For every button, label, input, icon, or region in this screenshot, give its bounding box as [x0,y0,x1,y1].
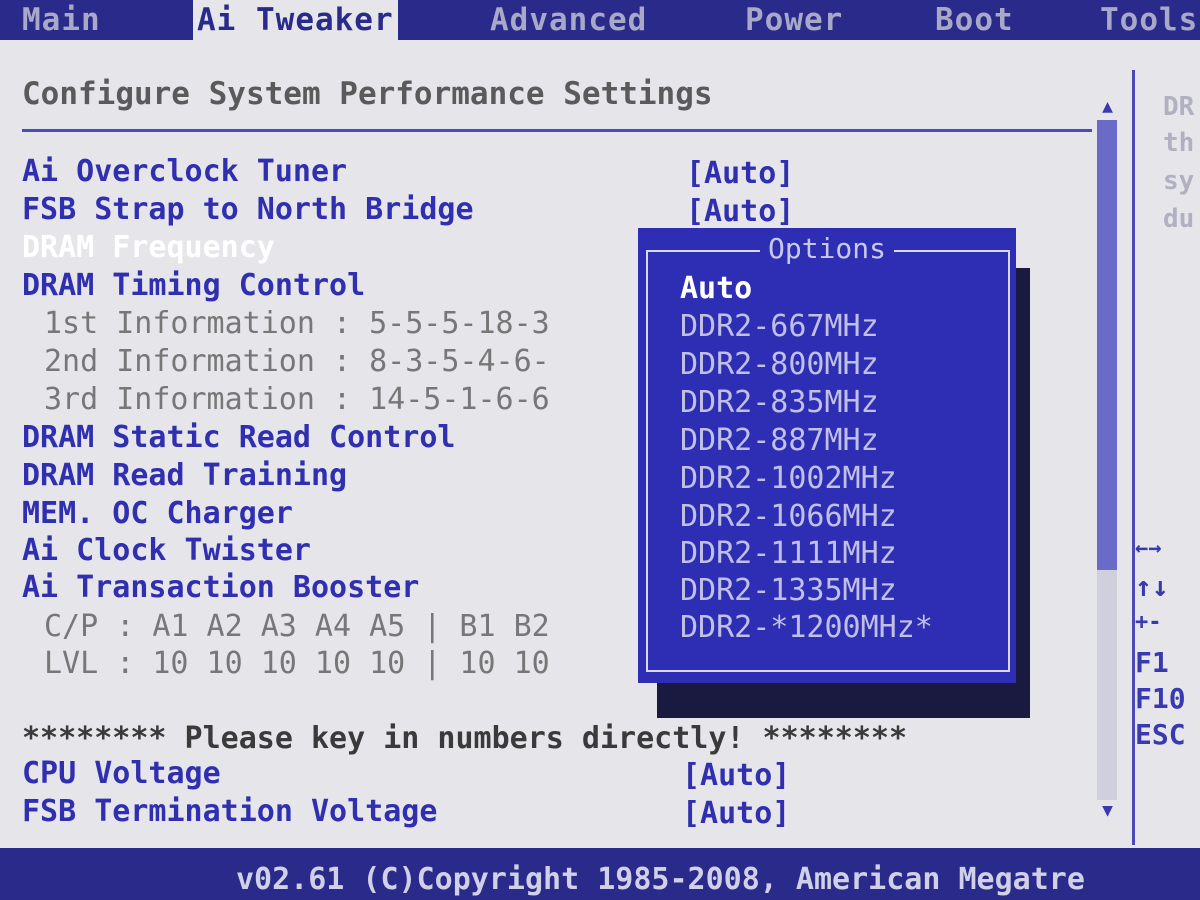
key-hint-up-down-icon: ↑↓ [1135,570,1169,603]
option-item[interactable]: DDR2-800MHz [680,347,879,382]
setting-value-ai-overclock-tuner[interactable]: [Auto] [686,156,794,191]
cp-row: C/P : A1 A2 A3 A4 A5 | B1 B2 [44,609,550,644]
info-1st: 1st Information : 5-5-5-18-3 [44,306,550,341]
tab-tools[interactable]: Tools [1100,0,1198,40]
option-item[interactable]: DDR2-1335MHz [680,573,897,608]
info-2nd: 2nd Information : 8-3-5-4-6- [44,344,550,379]
help-line: th [1163,128,1195,158]
option-item[interactable]: DDR2-1066MHz [680,499,897,534]
lvl-row: LVL : 10 10 10 10 10 | 10 10 [44,646,550,681]
setting-dram-read-training[interactable]: DRAM Read Training [22,458,347,493]
menu-bar: Main Ai Tweaker Advanced Power Boot Tool… [0,0,1200,40]
key-hint-f10: F10 [1135,682,1186,715]
setting-value-fsb-strap[interactable]: [Auto] [686,194,794,229]
help-line: du [1163,204,1195,234]
help-panel: DR th sy du ←→ ↑↓ +- F1 F10 ESC [1132,70,1200,845]
notice-key-in-numbers: ******** Please key in numbers directly!… [22,721,908,756]
setting-fsb-strap[interactable]: FSB Strap to North Bridge [22,192,474,227]
option-item[interactable]: DDR2-835MHz [680,385,879,420]
popup-title: Options [638,232,1016,265]
scroll-up-icon[interactable]: ▲ [1095,96,1120,117]
info-3rd: 3rd Information : 14-5-1-6-6 [44,382,550,417]
option-item[interactable]: DDR2-1002MHz [680,461,897,496]
scroll-thumb[interactable] [1097,120,1117,570]
title-divider [22,129,1092,132]
setting-dram-timing-control[interactable]: DRAM Timing Control [22,268,365,303]
setting-fsb-termination-voltage[interactable]: FSB Termination Voltage [22,794,437,829]
scrollbar[interactable]: ▲ ▼ [1095,96,1120,821]
popup-title-text: Options [759,232,894,265]
tab-ai-tweaker[interactable]: Ai Tweaker [193,0,398,40]
key-hint-left-right-icon: ←→ [1135,536,1162,561]
setting-dram-static-read-control[interactable]: DRAM Static Read Control [22,420,455,455]
setting-ai-clock-twister[interactable]: Ai Clock Twister [22,533,311,568]
status-bar: v02.61 (C)Copyright 1985-2008, American … [0,848,1200,900]
option-item[interactable]: Auto [680,271,752,306]
setting-cpu-voltage[interactable]: CPU Voltage [22,756,221,791]
tab-power[interactable]: Power [745,0,843,40]
tab-boot[interactable]: Boot [935,0,1014,40]
option-item[interactable]: DDR2-*1200MHz* [680,610,933,645]
setting-value-cpu-voltage[interactable]: [Auto] [682,758,790,793]
key-hint-plus-minus: +- [1135,610,1162,635]
setting-ai-transaction-booster[interactable]: Ai Transaction Booster [22,570,419,605]
tab-main[interactable]: Main [22,0,101,40]
setting-dram-frequency[interactable]: DRAM Frequency [22,230,275,265]
help-line: sy [1163,166,1195,196]
key-hint-esc: ESC [1135,718,1186,751]
help-line: DR [1163,92,1195,122]
option-item[interactable]: DDR2-887MHz [680,423,879,458]
setting-value-fsb-termination-voltage[interactable]: [Auto] [682,796,790,831]
setting-ai-overclock-tuner[interactable]: Ai Overclock Tuner [22,154,347,189]
options-popup[interactable]: Options Auto DDR2-667MHz DDR2-800MHz DDR… [638,228,1016,683]
key-hint-f1: F1 [1135,646,1169,679]
copyright-text: v02.61 (C)Copyright 1985-2008, American … [236,862,1085,897]
setting-mem-oc-charger[interactable]: MEM. OC Charger [22,496,293,531]
option-item[interactable]: DDR2-667MHz [680,309,879,344]
page-title: Configure System Performance Settings [22,76,713,112]
scroll-down-icon[interactable]: ▼ [1095,800,1120,821]
option-item[interactable]: DDR2-1111MHz [680,536,897,571]
tab-advanced[interactable]: Advanced [490,0,647,40]
